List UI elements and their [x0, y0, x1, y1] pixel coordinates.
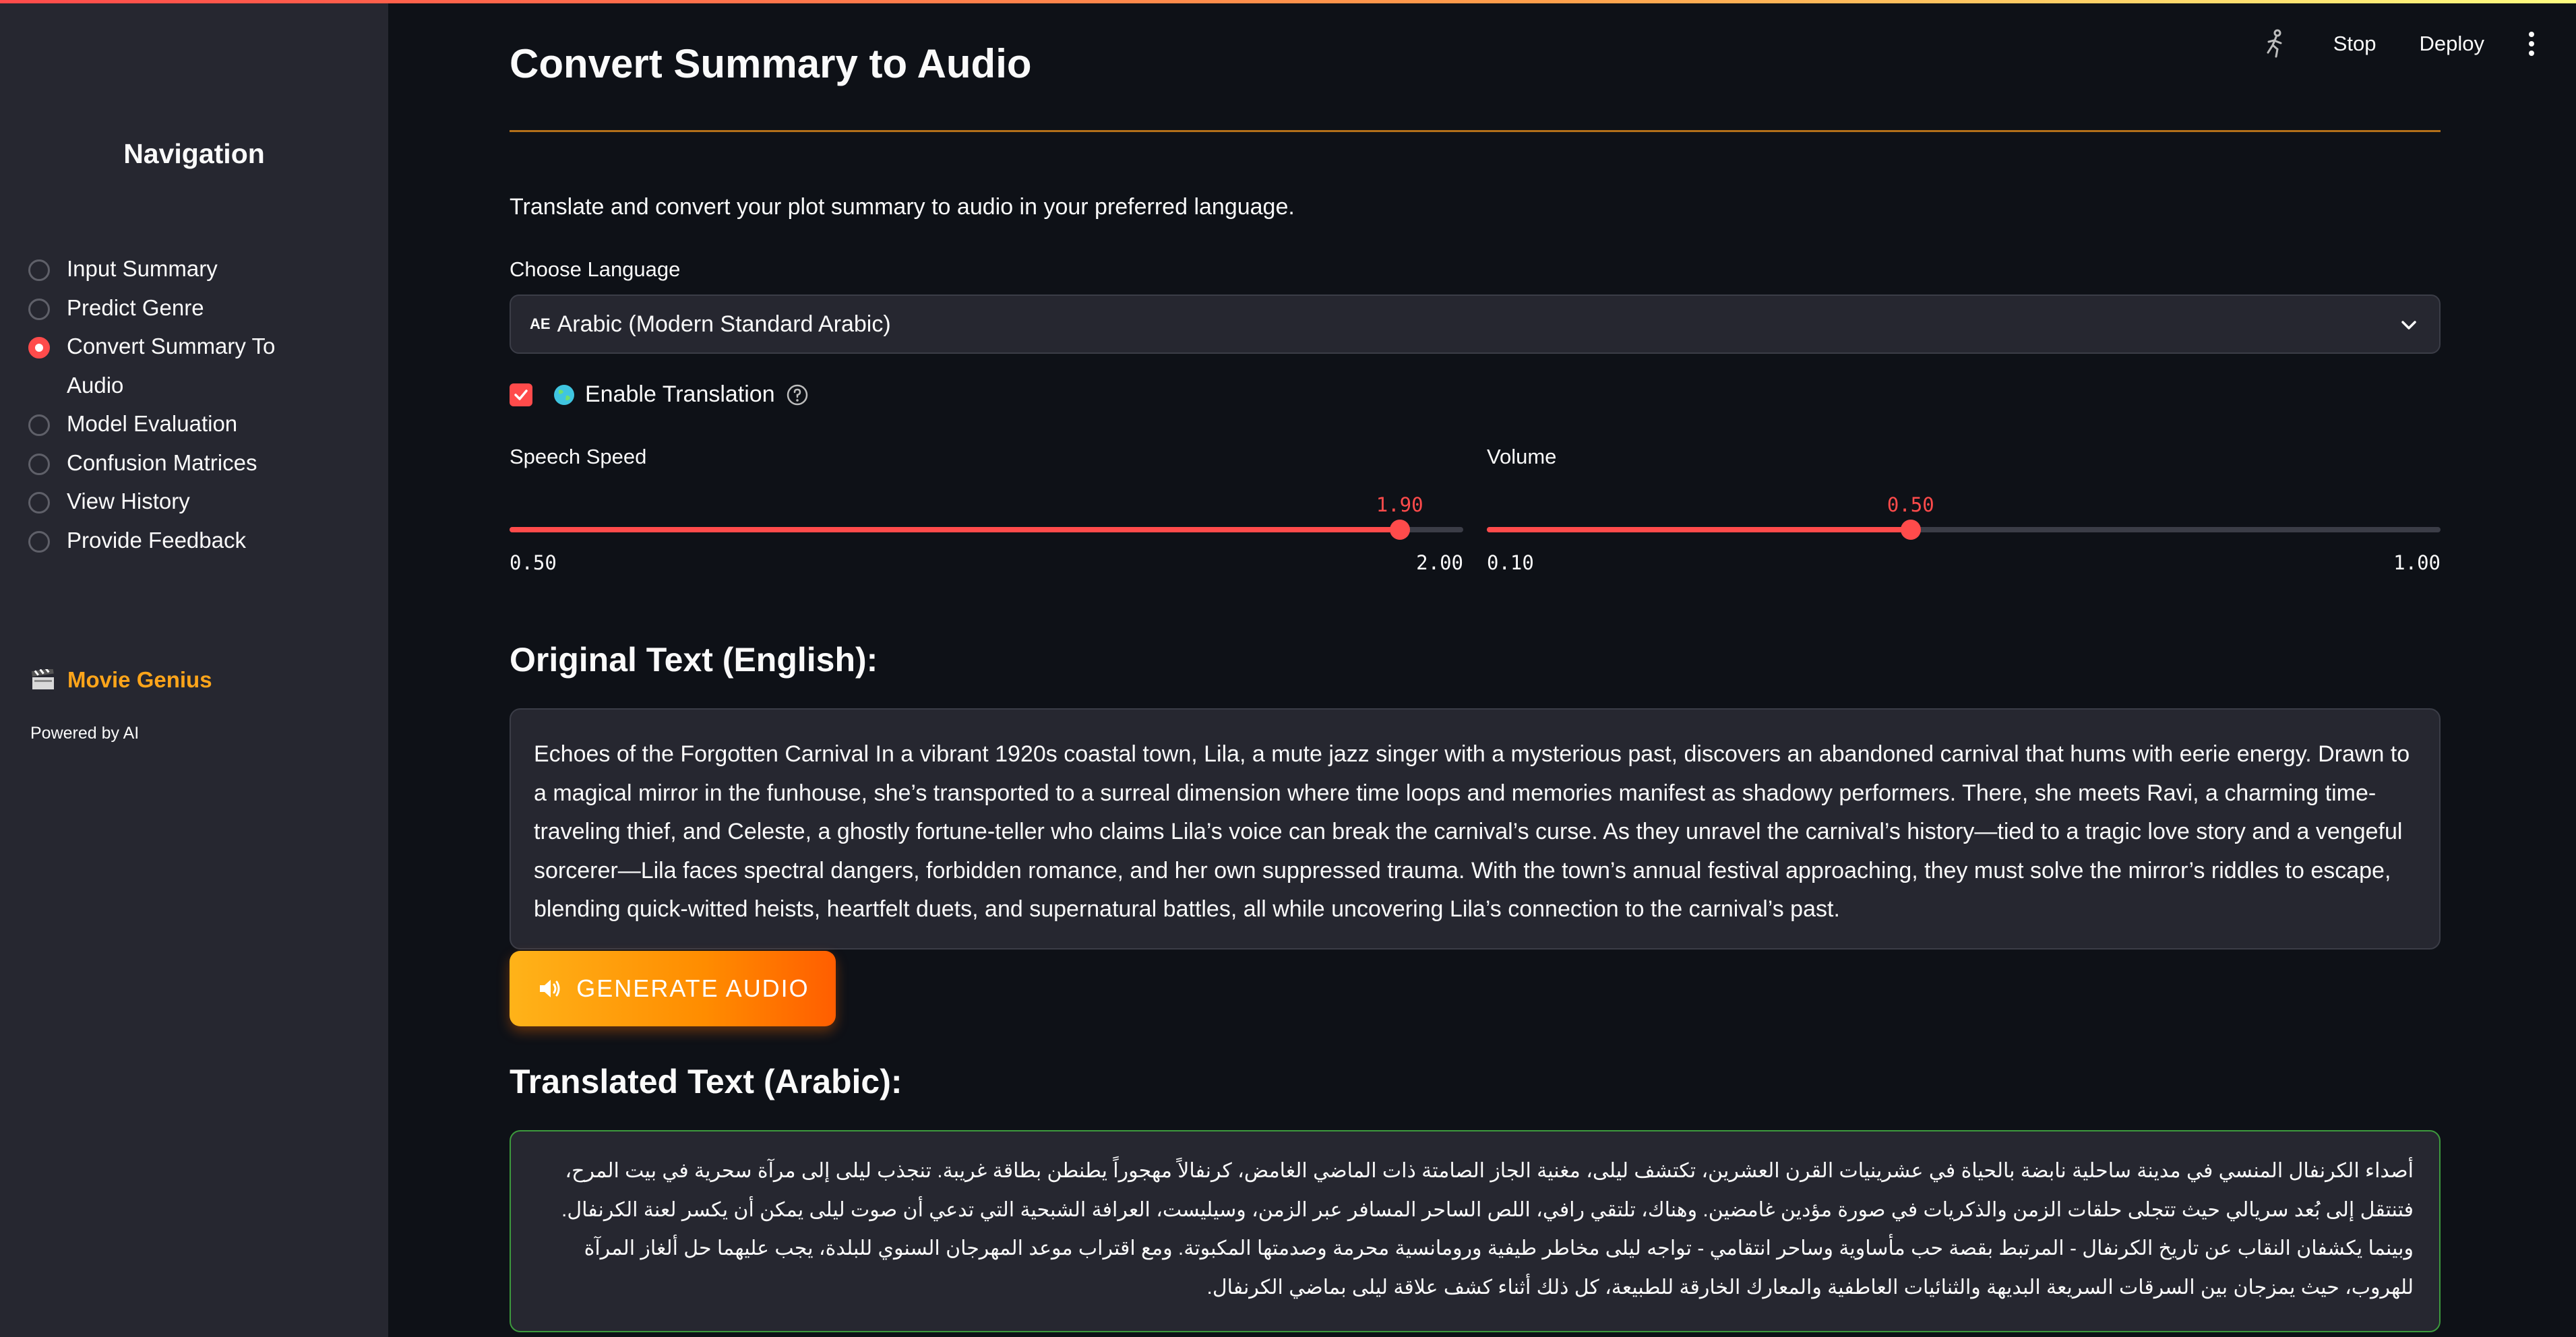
slider-thumb[interactable] — [1389, 520, 1410, 540]
brand-name: Movie Genius — [67, 667, 212, 692]
nav-item-provide-feedback[interactable]: Provide Feedback — [28, 521, 365, 560]
main-content: Convert Summary to Audio Translate and c… — [510, 0, 2441, 1337]
slider-fill — [1487, 527, 1911, 532]
enable-translation-checkbox[interactable] — [510, 383, 532, 406]
slider-thumb[interactable] — [1900, 520, 1921, 540]
radio-button[interactable] — [28, 492, 50, 514]
chevron-down-icon[interactable] — [2397, 313, 2420, 336]
sidebar-title: Navigation — [123, 138, 265, 169]
radio-button[interactable] — [28, 298, 50, 320]
language-select[interactable]: AE Arabic (Modern Standard Arabic) — [510, 294, 2441, 354]
nav-item-label: Input Summary — [67, 256, 218, 281]
enable-translation-label: Enable Translation — [585, 381, 775, 407]
page-title: Convert Summary to Audio — [510, 41, 1032, 86]
radio-button[interactable] — [28, 414, 50, 436]
slider-value: 1.90 — [1376, 493, 1423, 516]
radio-button-selected[interactable] — [28, 337, 50, 359]
title-divider — [510, 130, 2441, 132]
nav-item-model-evaluation[interactable]: Model Evaluation — [28, 404, 365, 443]
nav-item-label: Convert Summary To — [67, 334, 276, 359]
radio-button[interactable] — [28, 259, 50, 281]
slider-fill — [510, 527, 1400, 532]
speaker-icon — [540, 980, 560, 997]
nav-item-label: Model Evaluation — [67, 411, 238, 436]
speech-speed-slider[interactable]: 1.90 0.50 2.00 — [510, 493, 1463, 580]
language-flag: AE — [530, 315, 551, 332]
nav-item-convert-summary-to-audio[interactable]: Convert Summary To Audio — [28, 327, 365, 404]
nav-item-label: View History — [67, 489, 190, 514]
globe-icon — [554, 384, 574, 405]
kebab-menu-icon[interactable] — [2527, 30, 2536, 57]
nav-item-label: Confusion Matrices — [67, 449, 257, 475]
top-decoration-bar — [0, 0, 2576, 3]
language-label: Choose Language — [510, 257, 681, 281]
volume-slider[interactable]: 0.50 0.10 1.00 — [1487, 493, 2441, 580]
translation-checkbox-row: Enable Translation — [510, 381, 809, 408]
nav-item-view-history[interactable]: View History — [28, 482, 365, 521]
volume-label: Volume — [1487, 445, 1557, 468]
radio-button[interactable] — [28, 453, 50, 475]
speech-speed-label: Speech Speed — [510, 445, 647, 468]
translated-text-box: أصداء الكرنفال المنسي في مدينة ساحلية نا… — [510, 1130, 2441, 1332]
help-circle-icon[interactable] — [786, 383, 809, 406]
generate-audio-label: GENERATE AUDIO — [576, 974, 809, 1002]
language-value: Arabic (Modern Standard Arabic) — [557, 311, 891, 337]
intro-text: Translate and convert your plot summary … — [510, 194, 1295, 220]
powered-by-text: Powered by AI — [30, 724, 140, 743]
nav-item-predict-genre[interactable]: Predict Genre — [28, 288, 365, 328]
brand: Movie Genius — [31, 667, 212, 693]
slider-value: 0.50 — [1887, 493, 1934, 516]
nav-radio-group: Input Summary Predict Genre Convert Summ… — [28, 249, 365, 559]
clapperboard-icon — [31, 669, 54, 689]
nav-item-input-summary[interactable]: Input Summary — [28, 249, 365, 288]
slider-min: 0.50 — [510, 551, 557, 574]
slider-min: 0.10 — [1487, 551, 1534, 574]
nav-item-label: Predict Genre — [67, 294, 204, 320]
original-text-box: Echoes of the Forgotten Carnival In a vi… — [510, 708, 2441, 950]
nav-item-label-continued: Audio — [67, 372, 124, 398]
generate-audio-button[interactable]: GENERATE AUDIO — [510, 951, 836, 1026]
translated-text-heading: Translated Text (Arabic): — [510, 1063, 902, 1100]
nav-item-confusion-matrices[interactable]: Confusion Matrices — [28, 443, 365, 483]
check-icon — [514, 389, 528, 400]
radio-button[interactable] — [28, 530, 50, 553]
slider-max: 2.00 — [1416, 551, 1463, 574]
sidebar: Navigation Input Summary Predict Genre C… — [0, 0, 388, 1337]
original-text-heading: Original Text (English): — [510, 641, 878, 679]
nav-item-label: Provide Feedback — [67, 527, 246, 553]
slider-max: 1.00 — [2393, 551, 2441, 574]
